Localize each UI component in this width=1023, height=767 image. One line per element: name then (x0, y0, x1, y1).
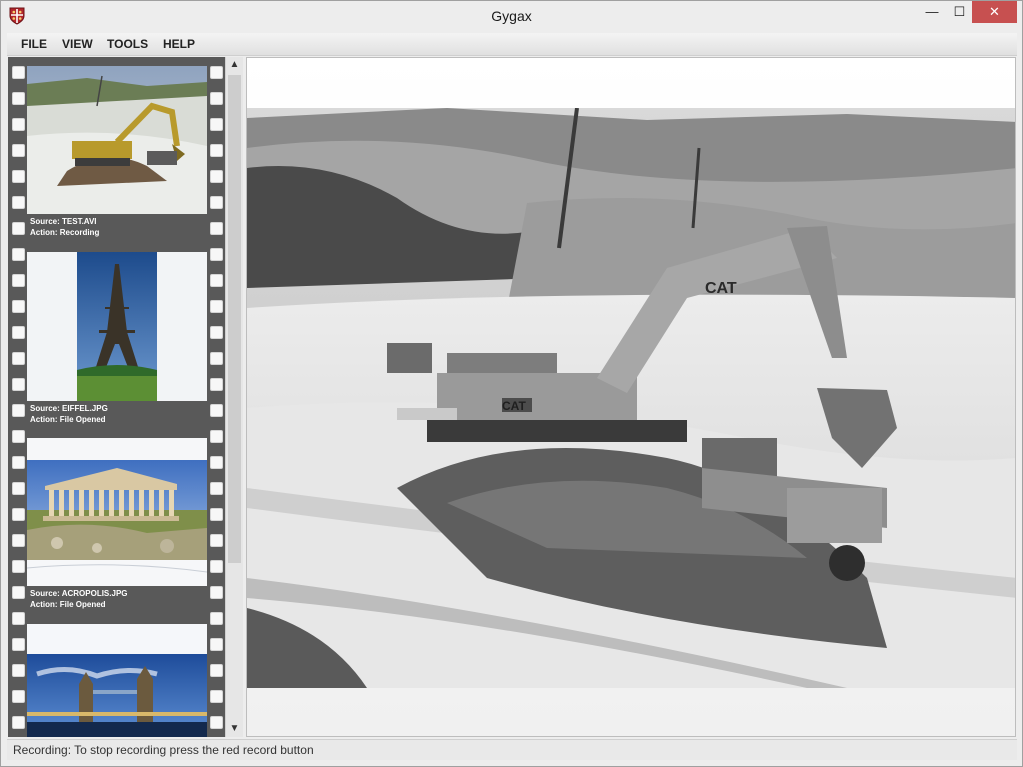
sprocket-hole (210, 66, 223, 79)
filmstrip-panel: Source: TEST.AVI Action: Recording Sourc… (8, 57, 225, 737)
sprocket-hole (210, 430, 223, 443)
frame-2-source: Source: EIFFEL.JPG (30, 404, 108, 413)
filmstrip-frame-2[interactable] (27, 252, 207, 401)
sprocket-hole (210, 92, 223, 105)
sprocket-hole (12, 378, 25, 391)
sprocket-hole (12, 222, 25, 235)
filmstrip-scrollbar[interactable]: ▲ ▼ (225, 57, 243, 737)
sprocket-hole (12, 716, 25, 729)
sprocket-hole (210, 612, 223, 625)
sprocket-hole (12, 248, 25, 261)
frame-3-source: Source: ACROPOLIS.JPG (30, 589, 128, 598)
acropolis-icon (27, 438, 207, 586)
frame-1-source: Source: TEST.AVI (30, 217, 97, 226)
frame-1-action: Action: Recording (30, 228, 100, 237)
excavator-grayscale-frame: CAT CAT (247, 108, 1015, 688)
sprocket-hole (210, 118, 223, 131)
sprocket-hole (12, 196, 25, 209)
frame-2-action: Action: File Opened (30, 415, 106, 424)
scrollbar-thumb[interactable] (228, 75, 241, 563)
sprocket-hole (210, 300, 223, 313)
sprocket-hole (12, 430, 25, 443)
sprocket-hole (210, 352, 223, 365)
sprocket-hole (210, 248, 223, 261)
status-text: Recording: To stop recording press the r… (13, 743, 314, 757)
eiffel-tower-icon (27, 252, 207, 401)
sprocket-hole (12, 560, 25, 573)
sprocket-hole (210, 222, 223, 235)
title-bar: Gygax — ☐ ✕ (1, 1, 1022, 31)
sprocket-hole (12, 638, 25, 651)
frame-1-caption: Source: TEST.AVI Action: Recording (30, 216, 99, 238)
minimize-button[interactable]: — (918, 1, 946, 23)
sprocket-hole (12, 456, 25, 469)
sprocket-hole (210, 378, 223, 391)
close-button[interactable]: ✕ (972, 1, 1017, 23)
sprocket-hole (12, 664, 25, 677)
menu-help[interactable]: HELP (163, 37, 195, 51)
sprocket-hole (210, 690, 223, 703)
sprocket-hole (12, 586, 25, 599)
menu-tools[interactable]: TOOLS (107, 37, 148, 51)
scroll-up-arrow-icon[interactable]: ▲ (226, 57, 243, 73)
filmstrip-frame-1[interactable] (27, 66, 207, 214)
sprocket-hole (12, 482, 25, 495)
sprocket-hole (210, 638, 223, 651)
sprocket-hole (12, 66, 25, 79)
svg-text:CAT: CAT (705, 280, 737, 297)
menu-view[interactable]: VIEW (62, 37, 93, 51)
sprocket-hole (210, 404, 223, 417)
sprocket-hole (12, 170, 25, 183)
sprocket-hole (210, 196, 223, 209)
sprocket-hole (12, 690, 25, 703)
sprocket-hole (12, 534, 25, 547)
sprocket-hole (210, 170, 223, 183)
sprocket-hole (210, 456, 223, 469)
frame-3-caption: Source: ACROPOLIS.JPG Action: File Opene… (30, 588, 128, 610)
sprocket-hole (12, 274, 25, 287)
status-bar: Recording: To stop recording press the r… (7, 739, 1017, 760)
sprocket-hole (12, 404, 25, 417)
frame-2-caption: Source: EIFFEL.JPG Action: File Opened (30, 403, 108, 425)
sprocket-hole (210, 508, 223, 521)
sprocket-hole (12, 144, 25, 157)
menu-bar: FILE VIEW TOOLS HELP (7, 33, 1017, 56)
filmstrip-frame-3[interactable] (27, 438, 207, 586)
sprocket-hole (12, 92, 25, 105)
frame-3-action: Action: File Opened (30, 600, 106, 609)
sprocket-hole (12, 300, 25, 313)
sprocket-hole (210, 534, 223, 547)
sprocket-hole (12, 326, 25, 339)
excavator-icon (27, 66, 207, 214)
sprocket-hole (12, 352, 25, 365)
scroll-down-arrow-icon[interactable]: ▼ (226, 721, 243, 737)
window-title: Gygax (491, 8, 532, 24)
filmstrip-frame-4[interactable] (27, 624, 207, 737)
svg-text:CAT: CAT (502, 399, 526, 413)
sprocket-hole (210, 144, 223, 157)
maximize-button[interactable]: ☐ (946, 1, 973, 23)
sprocket-hole (12, 118, 25, 131)
tower-bridge-icon (27, 624, 207, 737)
sprocket-hole (210, 560, 223, 573)
sprocket-hole (210, 716, 223, 729)
sprocket-hole (12, 508, 25, 521)
app-window: Gygax — ☐ ✕ FILE VIEW TOOLS HELP Source:… (0, 0, 1023, 767)
sprocket-hole (210, 274, 223, 287)
video-viewer[interactable]: CAT CAT (246, 57, 1016, 737)
sprocket-hole (210, 326, 223, 339)
sprocket-hole (210, 586, 223, 599)
sprocket-hole (210, 664, 223, 677)
sprocket-hole (12, 612, 25, 625)
sprocket-hole (210, 482, 223, 495)
menu-file[interactable]: FILE (21, 37, 47, 51)
